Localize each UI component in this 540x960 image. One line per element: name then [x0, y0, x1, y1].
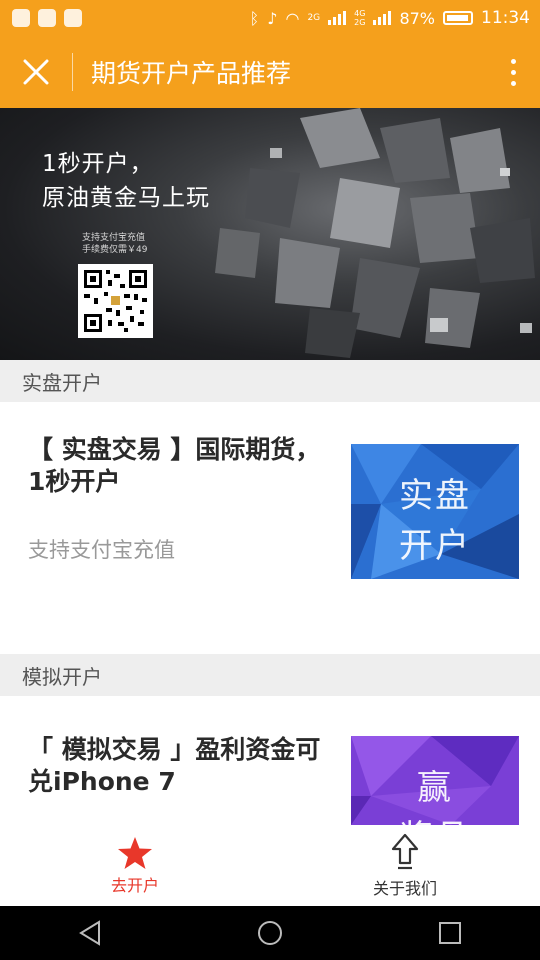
qr-code: [78, 264, 153, 338]
thumb-text-demo-2: 奖品: [351, 810, 519, 825]
section-header-real: 实盘开户: [0, 360, 540, 402]
more-dot-icon: [510, 80, 516, 86]
mute-icon: ♪: [267, 8, 278, 28]
bottom-tab-bar: 去开户 关于我们: [0, 825, 540, 906]
tab-label-about-us: 关于我们: [372, 878, 437, 898]
telegram-notification-icon: [38, 9, 56, 27]
back-nav-button[interactable]: [77, 920, 103, 946]
banner-note-2: 手续费仅需￥49: [82, 245, 148, 255]
app-bar-divider: [72, 53, 73, 91]
signal-icon-2: [373, 11, 392, 25]
card-title-demo: 「 模拟交易 」盈利资金可兑iPhone 7: [28, 735, 321, 796]
thumb-text-real-1: 实盘: [399, 476, 471, 516]
close-icon: [23, 59, 49, 85]
tab-label-open-account: 去开户: [110, 875, 159, 895]
page-title: 期货开户产品推荐: [91, 59, 292, 88]
signal-icon: [328, 11, 347, 25]
close-button[interactable]: [0, 36, 72, 108]
home-nav-button[interactable]: [257, 920, 283, 946]
product-card-real[interactable]: 【 实盘交易 】国际期货，1秒开户 支持支付宝充值 实盘 开户: [0, 402, 540, 654]
card-thumbnail-real: 实盘 开户: [351, 444, 519, 579]
network-4g-label: 4G: [354, 9, 366, 18]
banner-headline-2: 原油黄金马上玩: [42, 185, 210, 211]
thumb-text-demo-1: 赢: [417, 768, 453, 808]
notification-icons: [0, 9, 82, 27]
qr-code-graphic: [84, 270, 147, 332]
banner-headline-1: 1秒开户，: [42, 151, 154, 177]
card-thumbnail-demo: 赢 奖品: [351, 736, 519, 825]
more-menu-button[interactable]: [486, 36, 540, 108]
thumb-text-real-2: 开户: [399, 526, 471, 566]
more-dot-icon: [510, 69, 516, 75]
network-2g-label-b: 2G: [354, 18, 366, 27]
network-type: 4G 2G: [354, 9, 365, 27]
more-dot-icon: [510, 58, 516, 64]
network-2g-label: 2G: [307, 13, 321, 23]
app-bar: 期货开户产品推荐: [0, 36, 540, 108]
wifi-icon: ◠: [285, 8, 300, 28]
promo-banner[interactable]: 1秒开户， 原油黄金马上玩 支持支付宝充值 手续费仅需￥49: [0, 108, 540, 360]
card-title-real: 【 实盘交易 】国际期货，1秒开户: [28, 435, 321, 496]
status-bar: ᛒ ♪ ◠ 2G 4G 2G 87% 11:34: [0, 0, 540, 36]
gallery-notification-icon: [12, 9, 30, 27]
product-card-demo[interactable]: 「 模拟交易 」盈利资金可兑iPhone 7 赢 奖品: [0, 696, 540, 825]
battery-percent: 87%: [399, 8, 435, 28]
bluetooth-icon: ᛒ: [249, 8, 260, 28]
battery-icon: [443, 11, 473, 25]
upload-arrow-icon: [391, 833, 419, 869]
star-icon: [118, 836, 152, 869]
tab-about-us[interactable]: 关于我们: [270, 825, 540, 906]
tab-open-account[interactable]: 去开户: [0, 825, 270, 906]
message-notification-icon: [64, 9, 82, 27]
recents-nav-button[interactable]: [437, 920, 463, 946]
system-indicators: ᛒ ♪ ◠ 2G 4G 2G 87% 11:34: [250, 8, 540, 28]
clock: 11:34: [481, 8, 530, 28]
system-nav-bar: [0, 906, 540, 960]
section-header-demo: 模拟开户: [0, 654, 540, 696]
card-subtitle-real: 支持支付宝充值: [28, 538, 175, 562]
